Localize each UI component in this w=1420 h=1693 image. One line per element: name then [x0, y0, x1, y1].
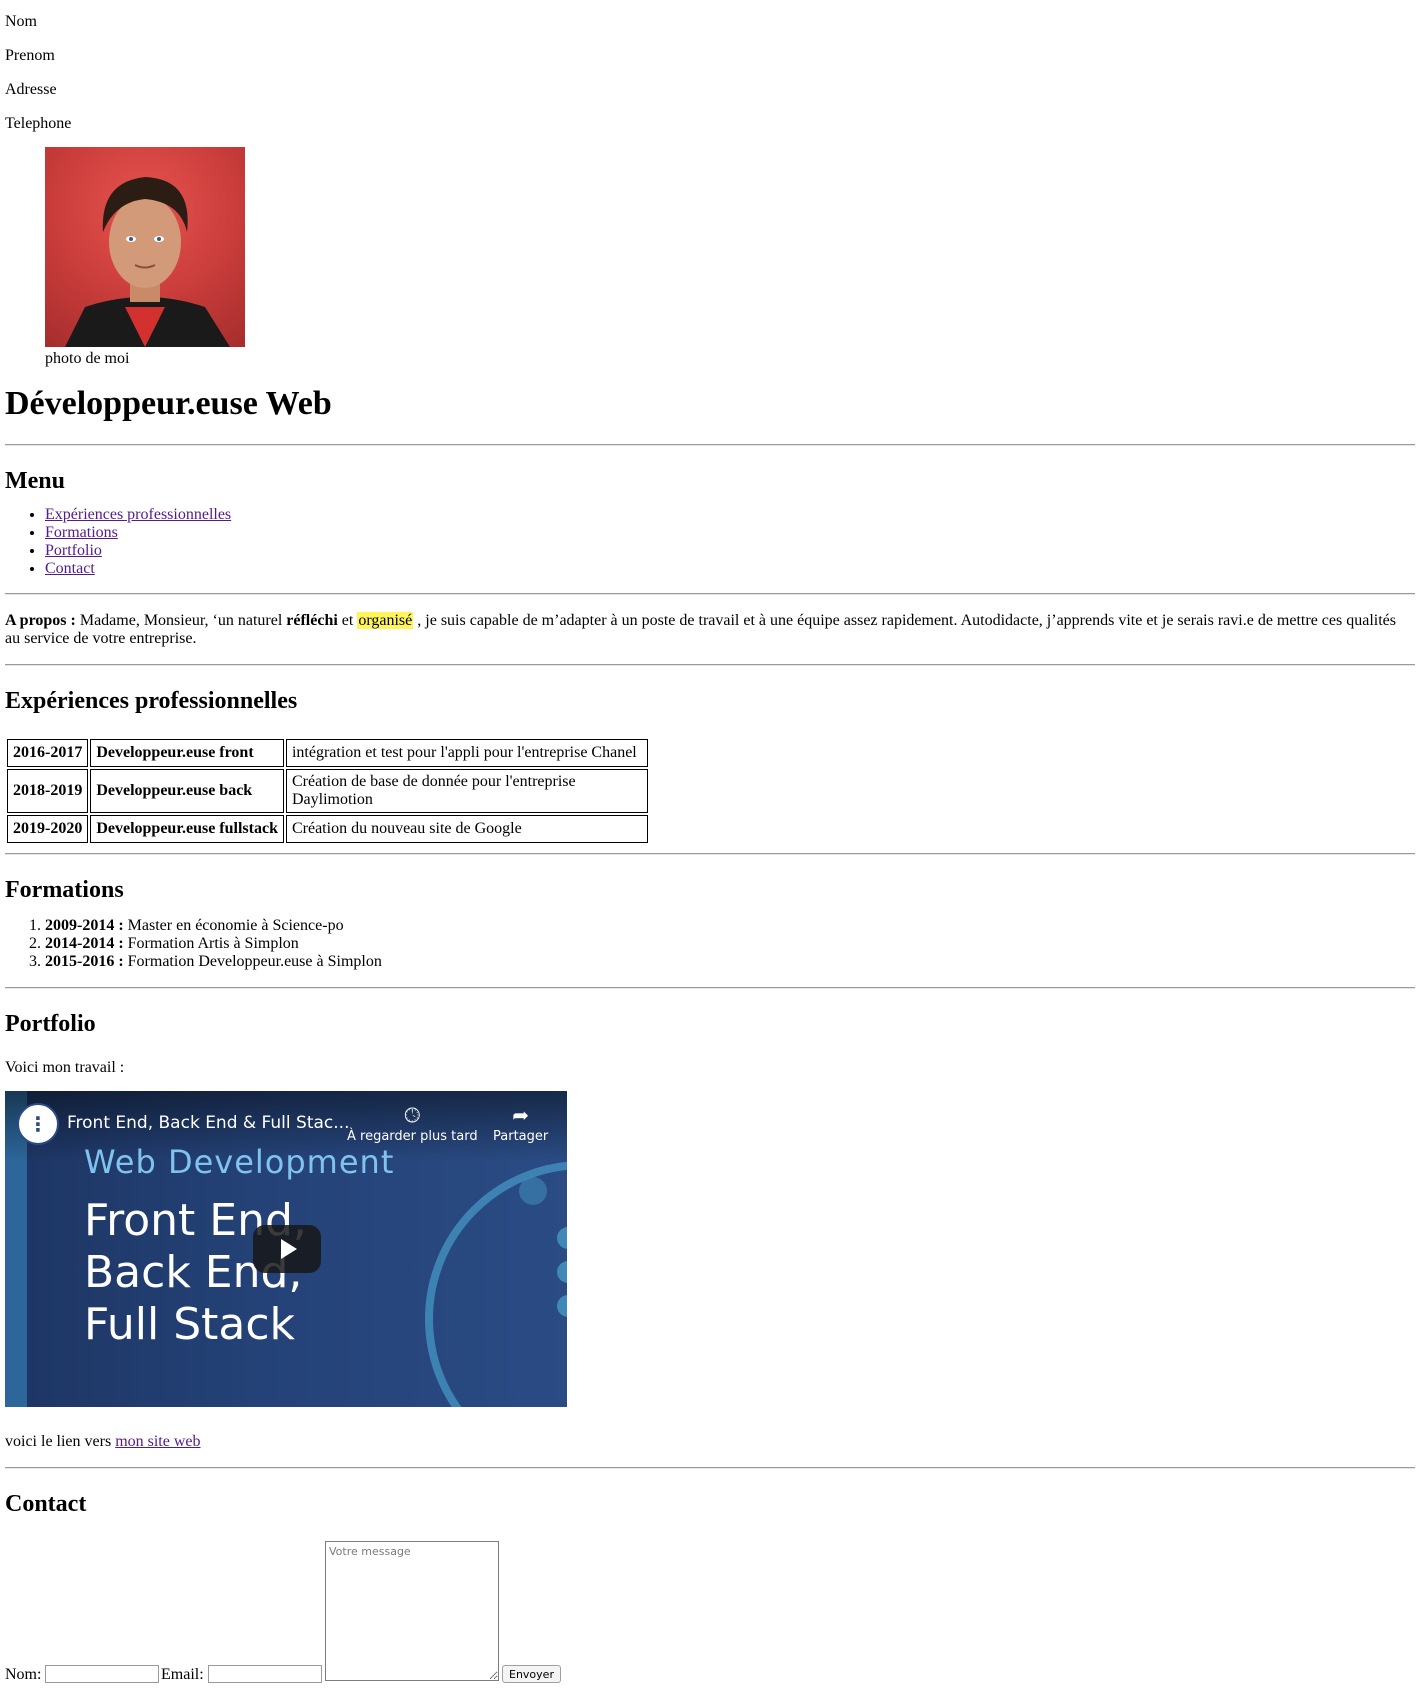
share-icon: ➦ — [512, 1103, 529, 1127]
contact-heading: Contact — [5, 1491, 87, 1517]
formation-years: 2015-2016 : — [45, 953, 124, 970]
video-decor-dot — [519, 1177, 547, 1205]
video-line-3: Full Stack — [84, 1299, 296, 1350]
channel-avatar-icon[interactable]: ⋮ — [17, 1103, 59, 1145]
play-button[interactable] — [253, 1225, 321, 1273]
table-cell-role: Developpeur.euse front — [90, 739, 284, 767]
submit-button[interactable]: Envoyer — [502, 1665, 561, 1683]
nom-label: Nom: — [5, 1666, 42, 1683]
menu-link-experiences[interactable]: Expériences professionnelles — [45, 506, 231, 523]
about-paragraph: A propos : Madame, Monsieur, ‘un naturel… — [5, 612, 1415, 648]
menu-item: Portfolio — [45, 542, 1415, 560]
about-text-2: et — [337, 612, 358, 629]
table-cell-year: 2019-2020 — [7, 815, 89, 843]
menu-item: Formations — [45, 524, 1415, 542]
about-highlight-word: organisé — [357, 612, 414, 629]
share-label: Partager — [493, 1129, 549, 1144]
about-label: A propos : — [5, 612, 76, 629]
portfolio-heading: Portfolio — [5, 1011, 96, 1037]
menu-heading: Menu — [5, 468, 65, 494]
play-icon — [281, 1239, 297, 1259]
contact-form: Nom: Email: Envoyer — [5, 1541, 1415, 1693]
divider — [5, 664, 1415, 666]
clock-icon: 🕓︎ — [404, 1103, 421, 1127]
profile-photo — [45, 147, 245, 347]
video-headline: Web Development — [84, 1143, 395, 1181]
menu-list: Expériences professionnelles Formations … — [5, 506, 1415, 578]
profile-photo-figure: photo de moi — [45, 147, 255, 368]
watch-later-button[interactable]: 🕓︎ À regarder plus tard — [347, 1103, 478, 1144]
list-item: 2009-2014 : Master en économie à Science… — [45, 917, 1415, 935]
table-cell-year: 2018-2019 — [7, 769, 89, 813]
email-input[interactable] — [208, 1665, 322, 1683]
menu-link-portfolio[interactable]: Portfolio — [45, 542, 102, 559]
formation-text: Formation Artis à Simplon — [123, 935, 299, 952]
menu-link-formations[interactable]: Formations — [45, 524, 118, 541]
video-decor-ring — [425, 1161, 567, 1407]
divider — [5, 593, 1415, 595]
website-link[interactable]: mon site web — [115, 1433, 200, 1450]
website-link-line: voici le lien vers mon site web — [5, 1433, 1415, 1451]
formation-text: Master en économie à Science-po — [123, 917, 344, 934]
about-text-1: Madame, Monsieur, ‘un naturel — [75, 612, 287, 629]
video-embed[interactable]: ⋮ Front End, Back End & Full Stac... 🕓︎ … — [5, 1091, 567, 1407]
page-title: Développeur.euse Web — [5, 385, 332, 422]
formations-list: 2009-2014 : Master en économie à Science… — [5, 917, 1415, 971]
nom-input[interactable] — [45, 1665, 159, 1683]
formation-text: Formation Developpeur.euse à Simplon — [123, 953, 382, 970]
table-cell-year: 2016-2017 — [7, 739, 89, 767]
table-row: 2018-2019 Developpeur.euse back Création… — [7, 769, 648, 813]
table-cell-desc: Création du nouveau site de Google — [285, 815, 648, 843]
table-cell-desc: Création de base de donnée pour l'entrep… — [285, 769, 648, 813]
table-cell-desc: intégration et test pour l'appli pour l'… — [285, 739, 648, 767]
page: Nom Prenom Adresse Telephone photo de mo… — [0, 5, 1420, 1693]
formation-years: 2014-2014 : — [45, 935, 124, 952]
experiences-table: 2016-2017 Developpeur.euse front intégra… — [5, 737, 650, 845]
telephone-text: Telephone — [5, 115, 72, 132]
table-cell-role: Developpeur.euse fullstack — [90, 815, 284, 843]
menu-item: Expériences professionnelles — [45, 506, 1415, 524]
video-title[interactable]: Front End, Back End & Full Stac... — [67, 1113, 349, 1133]
adresse-text: Adresse — [5, 81, 57, 98]
table-row: 2019-2020 Developpeur.euse fullstack Cré… — [7, 815, 648, 843]
menu-link-contact[interactable]: Contact — [45, 560, 95, 577]
prenom-text: Prenom — [5, 47, 55, 64]
watch-later-label: À regarder plus tard — [347, 1129, 478, 1144]
share-button[interactable]: ➦ Partager — [493, 1103, 548, 1144]
table-cell-role: Developpeur.euse back — [90, 769, 284, 813]
email-label: Email: — [161, 1666, 204, 1683]
divider — [5, 853, 1415, 855]
divider — [5, 444, 1415, 446]
menu-item: Contact — [45, 560, 1415, 578]
formation-years: 2009-2014 : — [45, 917, 124, 934]
table-row: 2016-2017 Developpeur.euse front intégra… — [7, 739, 648, 767]
list-item: 2015-2016 : Formation Developpeur.euse à… — [45, 953, 1415, 971]
divider — [5, 1467, 1415, 1469]
list-item: 2014-2014 : Formation Artis à Simplon — [45, 935, 1415, 953]
experiences-heading: Expériences professionnelles — [5, 688, 298, 714]
formations-heading: Formations — [5, 877, 124, 903]
about-bold-word: réfléchi — [286, 612, 338, 629]
message-textarea[interactable] — [325, 1541, 499, 1681]
website-link-prefix: voici le lien vers — [5, 1433, 116, 1450]
photo-caption: photo de moi — [45, 350, 130, 367]
portfolio-intro: Voici mon travail : — [5, 1059, 125, 1076]
nom-text: Nom — [5, 13, 37, 30]
divider — [5, 987, 1415, 989]
